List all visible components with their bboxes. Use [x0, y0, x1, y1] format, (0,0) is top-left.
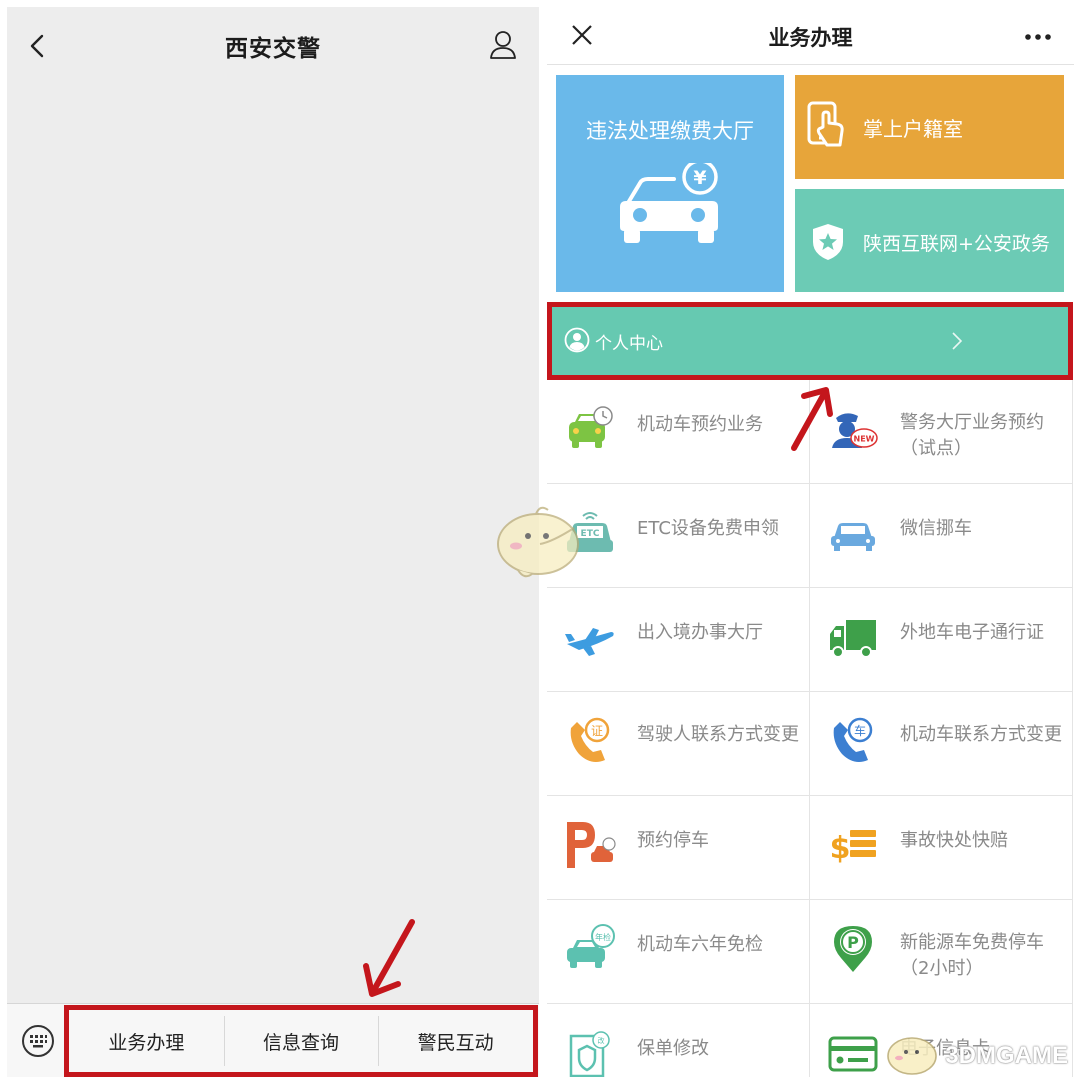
service-nonlocal-vehicle-pass[interactable]: 外地车电子通行证	[810, 588, 1073, 692]
svg-text:¥: ¥	[693, 167, 706, 189]
service-exit-entry-hall[interactable]: 出入境办事大厅	[547, 588, 810, 692]
driver-phone-icon: 证	[570, 717, 610, 762]
accident-claim-icon: $	[830, 830, 876, 866]
user-profile-icon[interactable]	[487, 29, 519, 61]
svg-text:P: P	[847, 933, 859, 952]
shaanxi-police-gov-tile[interactable]: 陕西互联网+公安政务	[795, 189, 1064, 292]
svg-text:年检: 年检	[595, 932, 611, 942]
chat-header: 西安交警	[7, 7, 539, 85]
svg-text:NEW: NEW	[854, 435, 875, 444]
service-label: 保单修改	[637, 1038, 709, 1059]
e-card-icon	[828, 1036, 878, 1072]
svg-text:ETC: ETC	[581, 529, 600, 539]
service-etc-device[interactable]: ETC ETC设备免费申领	[547, 484, 810, 588]
violation-payment-hall-tile[interactable]: 违法处理缴费大厅 ¥	[556, 75, 784, 292]
service-label: 机动车联系方式变更	[900, 724, 1062, 745]
service-police-hall-booking[interactable]: NEW 警务大厅业务预约（试点）	[810, 380, 1073, 484]
service-ev-free-parking[interactable]: P 新能源车免费停车（2小时）	[810, 900, 1073, 1004]
chat-title: 西安交警	[225, 36, 321, 62]
household-registry-label: 掌上户籍室	[863, 117, 963, 141]
service-label: 机动车六年免检	[637, 934, 763, 955]
svg-text:改: 改	[598, 1036, 605, 1045]
ev-parking-icon: P	[834, 926, 872, 972]
personal-center-label: 个人中心	[595, 334, 663, 354]
truck-icon	[830, 620, 876, 658]
parking-reserve-icon	[567, 822, 616, 868]
inspection-exempt-icon: 年检	[567, 924, 615, 968]
service-label: ETC设备免费申领	[637, 518, 779, 539]
menu-info-query[interactable]: 信息查询	[223, 1010, 379, 1072]
chevron-right-icon	[952, 332, 963, 350]
service-label: 微信挪车	[900, 518, 972, 539]
service-label: 出入境办事大厅	[637, 622, 763, 643]
violation-payment-hall-label: 违法处理缴费大厅	[586, 119, 754, 143]
keyboard-toggle-icon[interactable]	[21, 1024, 55, 1058]
car-yuan-icon: ¥	[620, 163, 718, 243]
service-accident-quick-claim[interactable]: $ 事故快处快赔	[810, 796, 1073, 900]
bottom-menu-bar: 业务办理 信息查询 警民互动	[7, 1003, 539, 1077]
service-label: 事故快处快赔	[900, 830, 1008, 851]
etc-car-icon: ETC	[567, 512, 613, 552]
vehicle-phone-icon: 车	[833, 717, 873, 762]
service-label: 机动车预约业务	[637, 414, 763, 435]
household-registry-tile[interactable]: 掌上户籍室	[795, 75, 1064, 179]
service-policy-modification[interactable]: 改 保单修改	[547, 1004, 810, 1077]
menu-business-handling[interactable]: 业务办理	[69, 1010, 224, 1072]
watermark-text: 3DMGAME	[945, 1042, 1068, 1069]
car-appointment-icon	[569, 406, 613, 448]
service-vehicle-contact-change[interactable]: 车 机动车联系方式变更	[810, 692, 1073, 796]
menu-police-interaction[interactable]: 警民互动	[378, 1010, 533, 1072]
business-handling-page: 业务办理 违法处理缴费大厅 ¥ 掌上户籍室 陕西互联网+公安政务 个人中心 机动…	[547, 7, 1074, 1077]
shield-star-icon	[813, 224, 843, 260]
page-header: 业务办理	[547, 7, 1074, 65]
service-label: 外地车电子通行证	[900, 622, 1044, 643]
official-account-chat: 西安交警 业务办理 信息查询 警民互动	[7, 7, 539, 1077]
service-six-year-exemption[interactable]: 年检 机动车六年免检	[547, 900, 810, 1004]
personal-center-bar[interactable]: 个人中心	[547, 302, 1073, 380]
service-wechat-move-car[interactable]: 微信挪车	[810, 484, 1073, 588]
service-car-appointment[interactable]: 机动车预约业务	[547, 380, 810, 484]
svg-text:车: 车	[854, 723, 866, 738]
service-label: 警务大厅业务预约（试点）	[900, 412, 1044, 459]
service-label: 新能源车免费停车（2小时）	[900, 932, 1044, 979]
service-label: 驾驶人联系方式变更	[637, 724, 799, 745]
phone-tap-icon	[807, 101, 844, 147]
page-title: 业务办理	[768, 26, 853, 50]
move-car-icon	[831, 523, 875, 551]
highlighted-menu-group: 业务办理 信息查询 警民互动	[64, 1005, 538, 1077]
airplane-icon	[565, 628, 614, 656]
service-label: 预约停车	[637, 830, 709, 851]
personal-center-icon	[564, 327, 590, 353]
shaanxi-police-gov-label: 陕西互联网+公安政务	[863, 233, 1050, 255]
svg-text:证: 证	[591, 724, 603, 738]
policy-edit-icon: 改	[569, 1031, 610, 1077]
svg-text:$: $	[830, 831, 851, 866]
service-driver-contact-change[interactable]: 证 驾驶人联系方式变更	[547, 692, 810, 796]
more-dots-icon[interactable]	[1024, 33, 1052, 41]
screenshot-root: 西安交警 业务办理 信息查询 警民互动 业务办理 违法处理缴费大厅 ¥ 掌上户籍…	[0, 0, 1080, 1082]
police-new-icon: NEW	[832, 413, 878, 448]
service-parking-reservation[interactable]: 预约停车	[547, 796, 810, 900]
